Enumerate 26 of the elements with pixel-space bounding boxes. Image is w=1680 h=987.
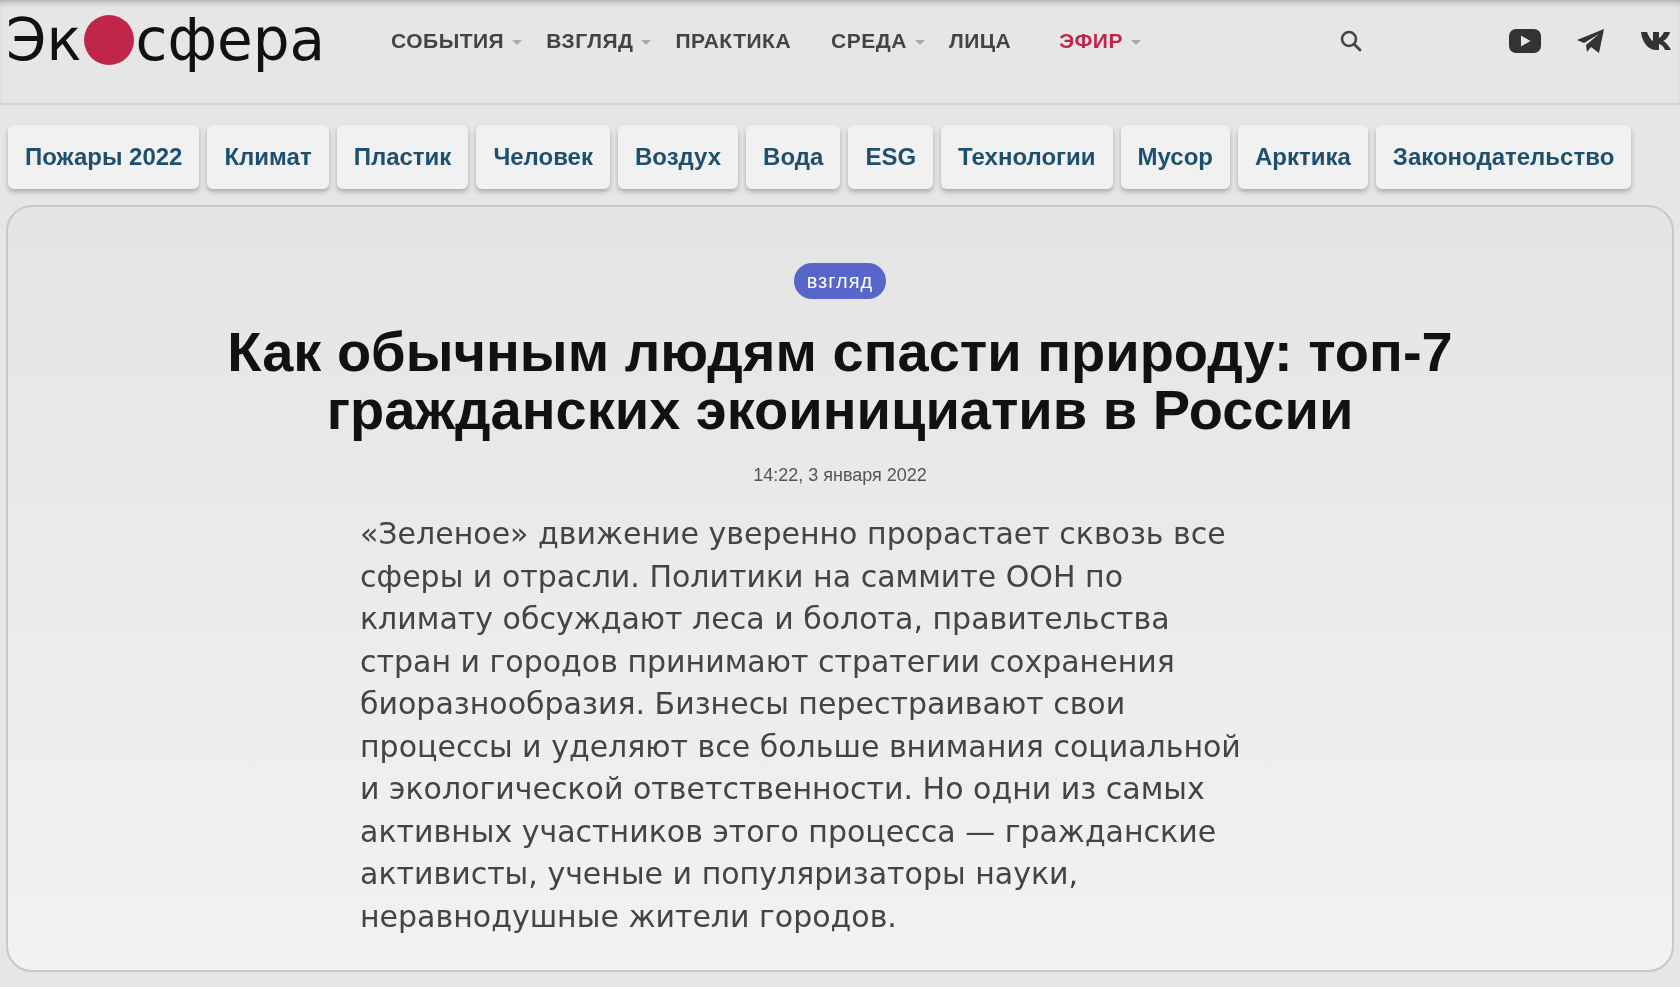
paper-plane-icon[interactable] (1576, 27, 1606, 54)
site-logo[interactable]: Эк сфера (6, 1, 328, 80)
nav-link[interactable]: СОБЫТИЯ (383, 24, 531, 57)
tag-button[interactable]: Мусор (1120, 125, 1230, 189)
category-badge[interactable]: взгляд (793, 263, 887, 299)
tag-button[interactable]: Законодательство (1375, 125, 1632, 189)
nav-link[interactable]: СРЕДА (823, 24, 933, 57)
search-icon[interactable] (1338, 28, 1363, 53)
tag-button[interactable]: Технологии (941, 125, 1113, 189)
article-title: Как обычным людям спасти природу: топ-7 гражданских экоинициатив в России (226, 323, 1454, 439)
youtube-icon[interactable] (1508, 27, 1542, 54)
tag-button[interactable]: Воздух (618, 125, 739, 189)
tag-button[interactable]: Пожары 2022 (8, 125, 200, 189)
nav-link[interactable]: ПРАКТИКА (667, 24, 800, 57)
nav-link[interactable]: ВЗГЛЯД (538, 24, 660, 57)
nav-link[interactable]: ЭФИР (1051, 24, 1149, 57)
vk-icon[interactable] (1640, 30, 1672, 51)
tag-button[interactable]: Климат (207, 125, 329, 189)
nav-link[interactable]: ЛИЦА (940, 24, 1020, 57)
article-date: 14:22, 3 января 2022 (753, 464, 927, 488)
tag-button[interactable]: Человек (476, 125, 610, 189)
tag-button[interactable]: Вода (746, 125, 841, 189)
article-lead: «Зеленое» движение уверенно прорастает сквозь все сферы и отрасли. Политики на саммите ООН по климату обсуждают леса и болота, правительства стран и городов принимают стратегии сохранения биоразнообразия. Бизнесы перестраивают свои процессы и уделяют все больше внимания социальной и экологической ответственности. Но одни из самых активных участников этого процесса — гражданские активисты, ученые и популяризаторы науки, неравнодушные жители городов. (360, 515, 1242, 936)
tag-button[interactable]: Арктика (1238, 125, 1368, 189)
tag-button[interactable]: Пластик (336, 125, 469, 189)
tag-button[interactable]: ESG (848, 125, 934, 189)
